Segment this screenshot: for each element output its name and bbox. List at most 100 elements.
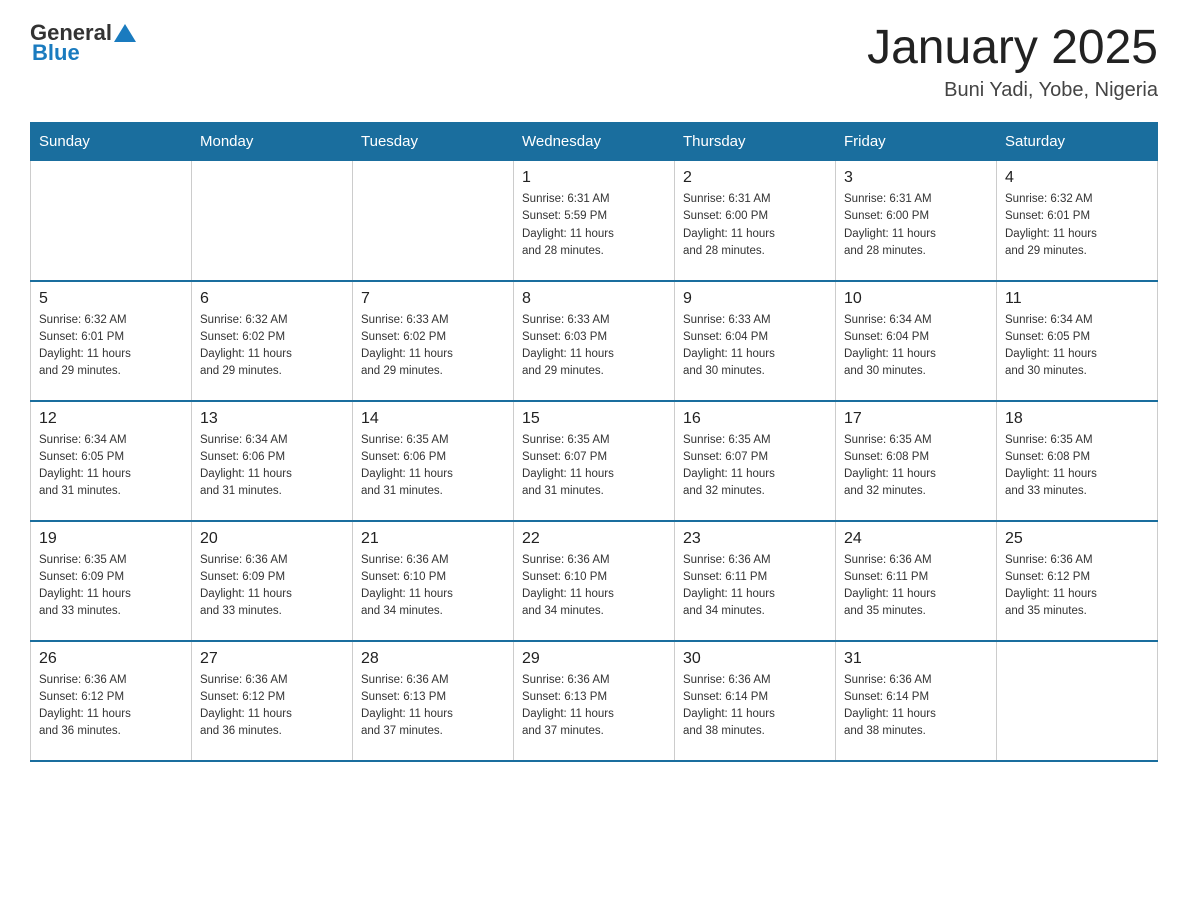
day-info: Sunrise: 6:35 AM Sunset: 6:09 PM Dayligh… [39, 552, 183, 621]
day-info: Sunrise: 6:35 AM Sunset: 6:07 PM Dayligh… [522, 432, 666, 501]
calendar-week-row: 26 Sunrise: 6:36 AM Sunset: 6:12 PM Dayli… [31, 641, 1158, 761]
day-number: 5 [39, 290, 183, 308]
day-info: Sunrise: 6:34 AM Sunset: 6:05 PM Dayligh… [39, 432, 183, 501]
calendar-cell [31, 161, 192, 281]
day-number: 4 [1005, 169, 1149, 187]
calendar-cell: 14 Sunrise: 6:35 AM Sunset: 6:06 PM Dayli… [353, 401, 514, 521]
col-thursday: Thursday [675, 123, 836, 161]
calendar-cell: 10 Sunrise: 6:34 AM Sunset: 6:04 PM Dayli… [836, 281, 997, 401]
day-info: Sunrise: 6:33 AM Sunset: 6:02 PM Dayligh… [361, 312, 505, 381]
day-number: 31 [844, 650, 988, 668]
col-wednesday: Wednesday [514, 123, 675, 161]
calendar-cell: 20 Sunrise: 6:36 AM Sunset: 6:09 PM Dayli… [192, 521, 353, 641]
day-info: Sunrise: 6:35 AM Sunset: 6:07 PM Dayligh… [683, 432, 827, 501]
day-number: 9 [683, 290, 827, 308]
day-number: 26 [39, 650, 183, 668]
day-info: Sunrise: 6:33 AM Sunset: 6:04 PM Dayligh… [683, 312, 827, 381]
day-info: Sunrise: 6:36 AM Sunset: 6:10 PM Dayligh… [522, 552, 666, 621]
day-number: 28 [361, 650, 505, 668]
day-info: Sunrise: 6:32 AM Sunset: 6:01 PM Dayligh… [1005, 191, 1149, 260]
day-info: Sunrise: 6:36 AM Sunset: 6:11 PM Dayligh… [844, 552, 988, 621]
calendar-cell: 9 Sunrise: 6:33 AM Sunset: 6:04 PM Daylig… [675, 281, 836, 401]
day-info: Sunrise: 6:35 AM Sunset: 6:06 PM Dayligh… [361, 432, 505, 501]
day-info: Sunrise: 6:36 AM Sunset: 6:13 PM Dayligh… [522, 672, 666, 741]
calendar-cell: 26 Sunrise: 6:36 AM Sunset: 6:12 PM Dayli… [31, 641, 192, 761]
col-monday: Monday [192, 123, 353, 161]
day-number: 13 [200, 410, 344, 428]
calendar-cell: 17Sunrise: 6:35 AM Sunset: 6:08 PM Dayli… [836, 401, 997, 521]
calendar-cell: 7Sunrise: 6:33 AM Sunset: 6:02 PM Daylig… [353, 281, 514, 401]
calendar-cell: 11Sunrise: 6:34 AM Sunset: 6:05 PM Dayli… [997, 281, 1158, 401]
calendar-week-row: 5 Sunrise: 6:32 AM Sunset: 6:01 PM Daylig… [31, 281, 1158, 401]
calendar-cell [997, 641, 1158, 761]
day-info: Sunrise: 6:31 AM Sunset: 6:00 PM Dayligh… [844, 191, 988, 260]
day-info: Sunrise: 6:31 AM Sunset: 6:00 PM Dayligh… [683, 191, 827, 260]
day-info: Sunrise: 6:36 AM Sunset: 6:09 PM Dayligh… [200, 552, 344, 621]
day-number: 24 [844, 530, 988, 548]
calendar-cell: 27 Sunrise: 6:36 AM Sunset: 6:12 PM Dayli… [192, 641, 353, 761]
day-info: Sunrise: 6:34 AM Sunset: 6:04 PM Dayligh… [844, 312, 988, 381]
day-info: Sunrise: 6:36 AM Sunset: 6:12 PM Dayligh… [1005, 552, 1149, 621]
calendar-cell: 18 Sunrise: 6:35 AM Sunset: 6:08 PM Dayli… [997, 401, 1158, 521]
calendar-week-row: 1 Sunrise: 6:31 AM Sunset: 5:59 PM Daylig… [31, 161, 1158, 281]
calendar-cell: 22 Sunrise: 6:36 AM Sunset: 6:10 PM Dayli… [514, 521, 675, 641]
day-number: 25 [1005, 530, 1149, 548]
calendar-cell: 16 Sunrise: 6:35 AM Sunset: 6:07 PM Dayli… [675, 401, 836, 521]
calendar-header-row: Sunday Monday Tuesday Wednesday Thursday… [31, 123, 1158, 161]
calendar-cell: 5 Sunrise: 6:32 AM Sunset: 6:01 PM Daylig… [31, 281, 192, 401]
calendar-cell: 6 Sunrise: 6:32 AM Sunset: 6:02 PM Daylig… [192, 281, 353, 401]
calendar-cell: 24 Sunrise: 6:36 AM Sunset: 6:11 PM Dayli… [836, 521, 997, 641]
calendar-cell: 15 Sunrise: 6:35 AM Sunset: 6:07 PM Dayli… [514, 401, 675, 521]
day-info: Sunrise: 6:36 AM Sunset: 6:12 PM Dayligh… [39, 672, 183, 741]
day-info: Sunrise: 6:32 AM Sunset: 6:02 PM Dayligh… [200, 312, 344, 381]
day-number: 15 [522, 410, 666, 428]
day-info: Sunrise: 6:36 AM Sunset: 6:14 PM Dayligh… [844, 672, 988, 741]
calendar-cell: 21 Sunrise: 6:36 AM Sunset: 6:10 PM Dayli… [353, 521, 514, 641]
day-info: Sunrise: 6:33 AM Sunset: 6:03 PM Dayligh… [522, 312, 666, 381]
day-info: Sunrise: 6:36 AM Sunset: 6:12 PM Dayligh… [200, 672, 344, 741]
col-tuesday: Tuesday [353, 123, 514, 161]
calendar-cell: 31 Sunrise: 6:36 AM Sunset: 6:14 PM Dayli… [836, 641, 997, 761]
day-number: 6 [200, 290, 344, 308]
day-info: Sunrise: 6:36 AM Sunset: 6:13 PM Dayligh… [361, 672, 505, 741]
day-info: Sunrise: 6:36 AM Sunset: 6:11 PM Dayligh… [683, 552, 827, 621]
page-header: General Blue January 2025 Buni Yadi, Yob… [30, 20, 1158, 102]
day-number: 2 [683, 169, 827, 187]
title-block: January 2025 Buni Yadi, Yobe, Nigeria [867, 20, 1158, 102]
day-number: 10 [844, 290, 988, 308]
day-number: 16 [683, 410, 827, 428]
calendar-cell: 13Sunrise: 6:34 AM Sunset: 6:06 PM Dayli… [192, 401, 353, 521]
day-number: 3 [844, 169, 988, 187]
day-number: 22 [522, 530, 666, 548]
calendar-cell: 8Sunrise: 6:33 AM Sunset: 6:03 PM Daylig… [514, 281, 675, 401]
col-friday: Friday [836, 123, 997, 161]
day-number: 14 [361, 410, 505, 428]
calendar-table: Sunday Monday Tuesday Wednesday Thursday… [30, 122, 1158, 762]
calendar-title: January 2025 [867, 20, 1158, 75]
logo: General Blue [30, 20, 136, 66]
day-number: 1 [522, 169, 666, 187]
day-info: Sunrise: 6:36 AM Sunset: 6:10 PM Dayligh… [361, 552, 505, 621]
calendar-week-row: 19 Sunrise: 6:35 AM Sunset: 6:09 PM Dayli… [31, 521, 1158, 641]
calendar-cell: 29 Sunrise: 6:36 AM Sunset: 6:13 PM Dayli… [514, 641, 675, 761]
logo-blue-text: Blue [32, 40, 80, 66]
calendar-cell: 30Sunrise: 6:36 AM Sunset: 6:14 PM Dayli… [675, 641, 836, 761]
day-number: 30 [683, 650, 827, 668]
calendar-cell: 19 Sunrise: 6:35 AM Sunset: 6:09 PM Dayli… [31, 521, 192, 641]
day-info: Sunrise: 6:32 AM Sunset: 6:01 PM Dayligh… [39, 312, 183, 381]
col-sunday: Sunday [31, 123, 192, 161]
day-number: 29 [522, 650, 666, 668]
day-number: 27 [200, 650, 344, 668]
day-number: 21 [361, 530, 505, 548]
day-number: 23 [683, 530, 827, 548]
day-info: Sunrise: 6:35 AM Sunset: 6:08 PM Dayligh… [1005, 432, 1149, 501]
day-info: Sunrise: 6:31 AM Sunset: 5:59 PM Dayligh… [522, 191, 666, 260]
day-number: 20 [200, 530, 344, 548]
calendar-cell: 12Sunrise: 6:34 AM Sunset: 6:05 PM Dayli… [31, 401, 192, 521]
day-number: 19 [39, 530, 183, 548]
calendar-cell: 1 Sunrise: 6:31 AM Sunset: 5:59 PM Daylig… [514, 161, 675, 281]
calendar-cell: 23 Sunrise: 6:36 AM Sunset: 6:11 PM Dayli… [675, 521, 836, 641]
calendar-cell: 28 Sunrise: 6:36 AM Sunset: 6:13 PM Dayli… [353, 641, 514, 761]
calendar-cell: 2 Sunrise: 6:31 AM Sunset: 6:00 PM Daylig… [675, 161, 836, 281]
day-number: 18 [1005, 410, 1149, 428]
